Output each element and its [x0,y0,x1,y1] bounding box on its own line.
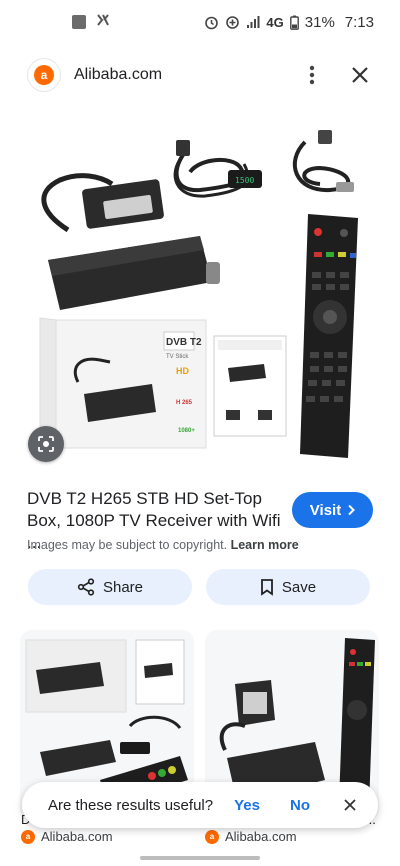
close-icon [344,799,356,811]
visit-label: Visit [309,501,342,519]
feedback-yes-button[interactable]: Yes [234,797,260,814]
product-illustration: 1500 DVB T2 TV Stick HD H 265 1080+ [39,130,358,458]
screen: 4G 31% 7:13 a Alibaba.com 1500 DVB T2 TV… [0,0,400,866]
share-label: Share [102,578,144,596]
close-icon [352,67,368,83]
remote-illustration [300,214,358,458]
google-lens-button[interactable] [28,426,64,462]
visit-button[interactable]: Visit [292,492,373,528]
box-subtitle: TV Stick [166,354,189,360]
copyright-text: Images may be subject to copyright. [27,538,228,552]
box-brand: DVB T2 [166,337,202,348]
related-source[interactable]: a Alibaba.com [205,829,297,844]
more-options-button[interactable] [294,57,330,93]
alarm-icon [204,15,219,30]
share-button[interactable]: Share [28,569,192,605]
save-label: Save [281,578,317,596]
related-source-name: Alibaba.com [225,829,297,844]
feedback-no-button[interactable]: No [290,797,310,814]
feedback-question: Are these results useful? [48,796,214,814]
data-saver-icon [225,15,240,30]
bookmark-icon [260,579,273,596]
chevron-right-icon [348,504,356,516]
battery-icon [289,15,299,30]
alibaba-logo-icon: a [21,829,35,844]
notification-square-icon [72,15,86,29]
related-source-name: Alibaba.com [41,829,113,844]
box-resolution: 1080+ [178,428,195,434]
close-button[interactable] [342,57,378,93]
status-right: 4G 31% 7:13 [204,14,374,31]
status-left [72,13,110,31]
status-bar: 4G 31% 7:13 [0,0,400,44]
share-icon [77,578,95,596]
save-button[interactable]: Save [206,569,370,605]
notification-app-icon [96,13,110,31]
manual-illustration [213,335,287,437]
related-source[interactable]: a Alibaba.com [21,829,113,844]
gesture-nav-bar[interactable] [140,856,260,860]
usb-cable-illustration [292,130,354,193]
cable-display: 1500 [235,176,254,185]
site-favicon: a [28,59,60,91]
box-hd: HD [176,366,189,376]
learn-more-link[interactable]: Learn more [231,538,299,552]
site-name[interactable]: Alibaba.com [74,66,294,84]
source-header: a Alibaba.com [0,48,400,102]
feedback-toast: Are these results useful? Yes No [22,782,378,828]
copyright-notice: Images may be subject to copyright. Lear… [27,538,299,552]
signal-icon [246,15,260,29]
battery-level: 31% [304,13,335,31]
product-image[interactable]: 1500 DVB T2 TV Stick HD H 265 1080+ [0,112,400,474]
clock: 7:13 [344,13,374,31]
hdmi-cable-illustration: 1500 [173,140,262,198]
box-h265: H 265 [176,400,193,406]
product-box-illustration: DVB T2 TV Stick HD H 265 1080+ [39,317,207,449]
feedback-close-button[interactable] [340,795,360,815]
alibaba-logo-icon: a [205,829,219,844]
lens-icon [38,436,54,452]
more-vert-icon [309,65,315,85]
network-type: 4G [266,14,284,30]
alibaba-logo-icon: a [34,65,54,85]
